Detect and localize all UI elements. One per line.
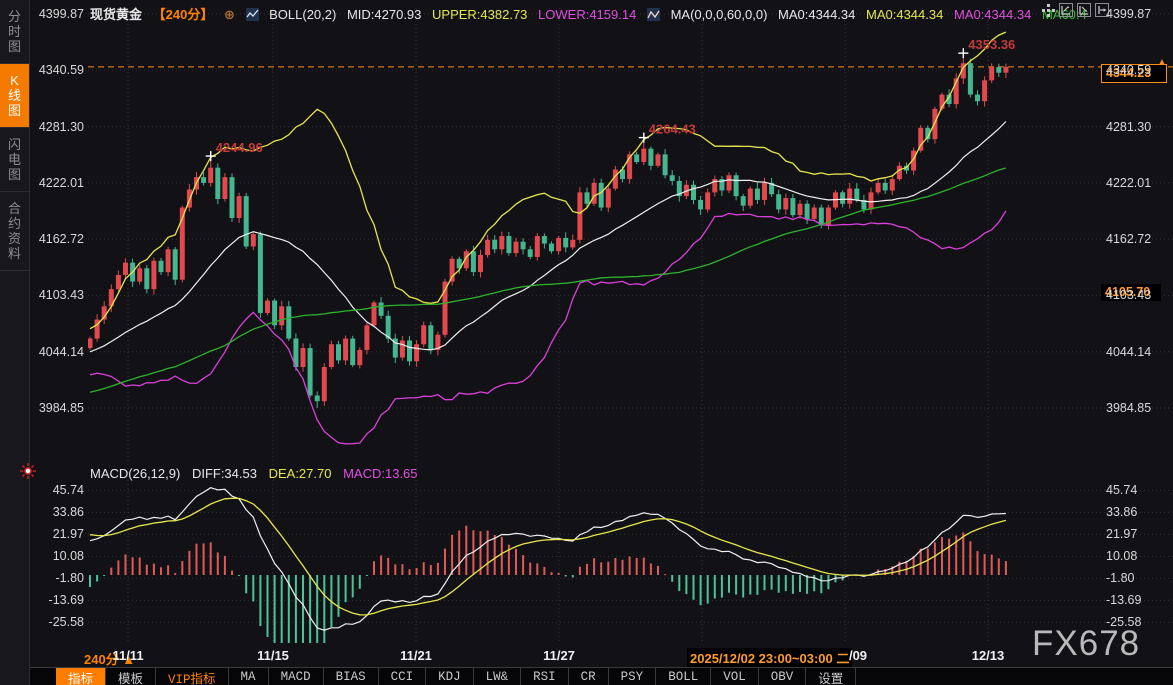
- chart-plot-area[interactable]: 4244.96 4264.43 4353.36: [88, 0, 1173, 668]
- boll-lower-value: LOWER:4159.14: [538, 7, 636, 22]
- price-axis-label-left: 4281.30: [34, 120, 84, 134]
- macd-axis-label-right: 21.97: [1106, 527, 1156, 541]
- svg-text:4264.43: 4264.43: [649, 122, 696, 137]
- ma0-yellow-value: MA0:4344.34: [866, 7, 943, 22]
- price-axis-label-right: 4340.59: [1106, 63, 1156, 77]
- x-axis-label-4: /09: [849, 648, 867, 663]
- price-axis-label-right: 3984.85: [1106, 401, 1156, 415]
- price-axis-label-right: 4222.01: [1106, 176, 1156, 190]
- macd-dea-value: DEA:27.70: [269, 466, 332, 481]
- macd-axis-label-left: 33.86: [34, 505, 84, 519]
- svg-text:4244.96: 4244.96: [216, 140, 263, 155]
- x-axis-label-3: 11/27: [543, 648, 575, 663]
- bottom-tab-15[interactable]: 设置: [806, 668, 856, 685]
- x-axis-label-5: 12/13: [972, 648, 1005, 663]
- price-axis-label-left: 4162.72: [34, 232, 84, 246]
- price-axis-label-right: 4103.43: [1106, 288, 1156, 302]
- sidebar-tab-1[interactable]: K线图: [0, 64, 29, 128]
- macd-axis-label-right: 33.86: [1106, 505, 1156, 519]
- macd-axis-label-right: 10.08: [1106, 549, 1156, 563]
- price-arrow-marker-icon: ▲: [1157, 58, 1167, 68]
- macd-axis-label-left: -25.58: [34, 615, 84, 629]
- pan-tool-icon[interactable]: [1041, 3, 1055, 17]
- boll-label: BOLL(20,2): [269, 7, 336, 22]
- axis-scale-up-icon[interactable]: [1059, 3, 1073, 17]
- macd-axis-label-left: -1.80: [34, 571, 84, 585]
- bottom-tab-0[interactable]: 指标: [56, 668, 106, 685]
- axis-scale-down-icon[interactable]: [1077, 3, 1091, 17]
- price-axis-label-right: 4162.72: [1106, 232, 1156, 246]
- ma0-white-value: MA0:4344.34: [778, 7, 855, 22]
- macd-axis-label-right: 45.74: [1106, 483, 1156, 497]
- x-axis-label-1: 11/15: [257, 648, 289, 663]
- bottom-tab-9[interactable]: RSI: [521, 668, 569, 685]
- macd-axis-label-left: 10.08: [34, 549, 84, 563]
- boll-indicator-icon[interactable]: [246, 8, 259, 21]
- sidebar-tab-0[interactable]: 分时图: [0, 0, 29, 64]
- price-axis-label-left: 4222.01: [34, 176, 84, 190]
- macd-params-label: MACD(26,12,9): [90, 466, 180, 481]
- bottom-tab-7[interactable]: KDJ: [426, 668, 474, 685]
- x-axis-label-2: 11/21: [400, 648, 432, 663]
- price-axis-label-right: 4044.14: [1106, 345, 1156, 359]
- macd-axis-label-right: -25.58: [1106, 615, 1156, 629]
- chart-type-sidebar: 分时图K线图闪电图合约资料: [0, 0, 30, 685]
- bottom-tab-3[interactable]: MA: [229, 668, 269, 685]
- price-axis-label-left: 4399.87: [34, 7, 84, 21]
- bottom-tab-8[interactable]: LW&: [474, 668, 522, 685]
- bottom-tab-6[interactable]: CCI: [379, 668, 427, 685]
- bottom-tab-13[interactable]: VOL: [711, 668, 759, 685]
- bottom-tab-2[interactable]: VIP指标: [156, 668, 229, 685]
- ma0-magenta-value: MA0:4344.34: [954, 7, 1031, 22]
- bar-time-tooltip: 2025/12/02 23:00~03:00 二: [687, 648, 852, 667]
- macd-axis-label-left: 45.74: [34, 483, 84, 497]
- macd-axis-label-left: 21.97: [34, 527, 84, 541]
- price-axis-label-left: 4044.14: [34, 345, 84, 359]
- live-quote-blinker-icon: [20, 463, 36, 484]
- macd-header: MACD(26,12,9) DIFF:34.53 DEA:27.70 MACD:…: [90, 466, 426, 481]
- bottom-tab-11[interactable]: PSY: [609, 668, 657, 685]
- ma-indicator-icon[interactable]: [647, 8, 660, 21]
- price-axis-label-right: 4281.30: [1106, 120, 1156, 134]
- bottom-tab-10[interactable]: CR: [569, 668, 609, 685]
- bottom-tab-12[interactable]: BOLL: [656, 668, 711, 685]
- macd-macd-value: MACD:13.65: [343, 466, 417, 481]
- bottom-tab-14[interactable]: OBV: [759, 668, 807, 685]
- boll-mid-value: MID:4270.93: [347, 7, 421, 22]
- price-axis-label-left: 4103.43: [34, 288, 84, 302]
- bottom-tab-1[interactable]: 模板: [106, 668, 156, 685]
- chart-header: 现货黄金 【240分】 ⊕ BOLL(20,2) MID:4270.93 UPP…: [90, 4, 1094, 23]
- chart-toolbar: [1041, 3, 1109, 17]
- bottom-tab-5[interactable]: BIAS: [324, 668, 379, 685]
- crosshair-tool-icon[interactable]: ⊕: [224, 7, 235, 22]
- indicator-tabbar: 指标模板VIP指标MAMACDBIASCCIKDJLW&RSICRPSYBOLL…: [30, 667, 1173, 685]
- x-axis-label-0: 11/11: [112, 648, 143, 663]
- fx678-watermark: FX678: [1032, 624, 1140, 664]
- price-axis-label-left: 4340.59: [34, 63, 84, 77]
- macd-axis-label-left: -13.69: [34, 593, 84, 607]
- price-axis-label-left: 3984.85: [34, 401, 84, 415]
- sidebar-tab-3[interactable]: 合约资料: [0, 192, 29, 271]
- symbol-name: 现货黄金: [90, 7, 142, 22]
- bottom-tab-4[interactable]: MACD: [269, 668, 324, 685]
- sidebar-tab-2[interactable]: 闪电图: [0, 128, 29, 192]
- macd-axis-label-right: -13.69: [1106, 593, 1156, 607]
- trading-app-window: 分时图K线图闪电图合约资料 4244.96 4264.43 4353.36 现货黄金…: [0, 0, 1173, 685]
- macd-axis-label-right: -1.80: [1106, 571, 1156, 585]
- macd-diff-value: DIFF:34.53: [192, 466, 257, 481]
- ma-label: MA(0,0,0,60,0,0): [671, 7, 768, 22]
- price-axis-label-right: 4399.87: [1106, 7, 1156, 21]
- boll-upper-value: UPPER:4382.73: [432, 7, 527, 22]
- svg-text:4353.36: 4353.36: [968, 37, 1015, 52]
- timeframe-label: 【240分】: [153, 7, 214, 22]
